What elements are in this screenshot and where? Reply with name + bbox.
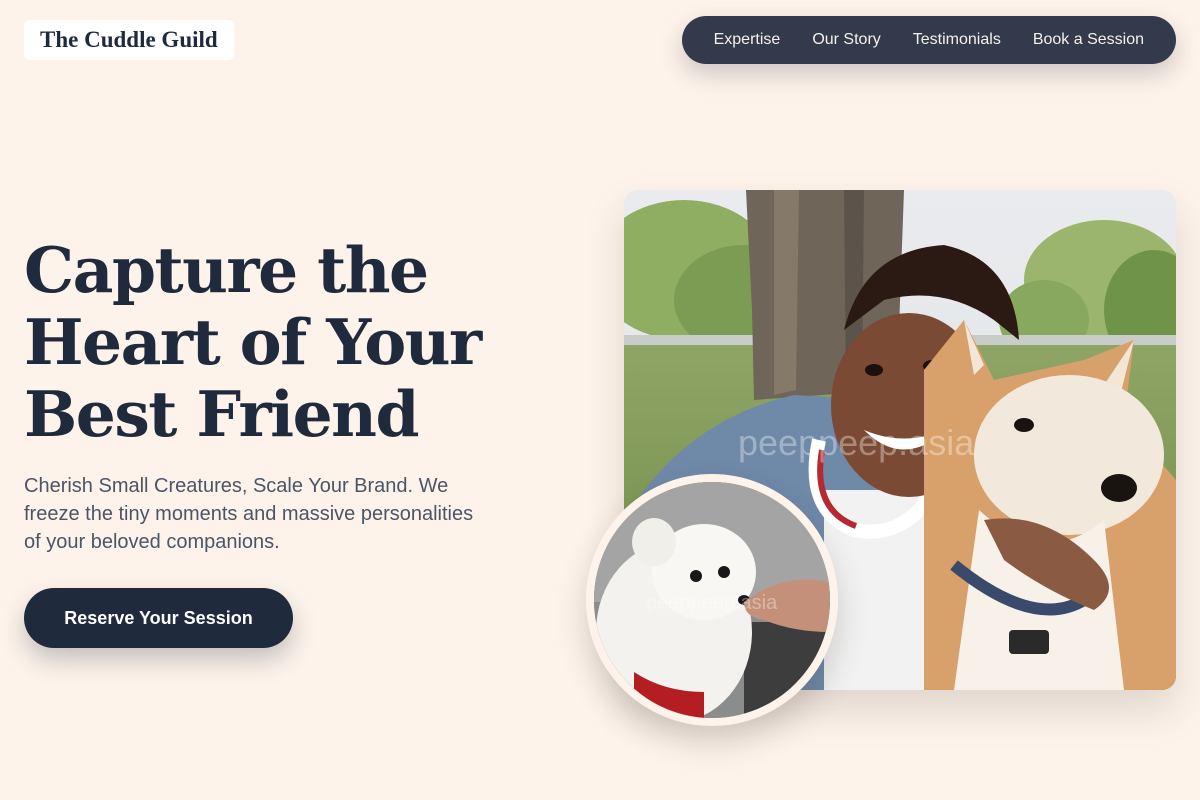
headline-line-2: Heart of Your [24, 305, 482, 379]
inset-photo-watermark: peeppeep.asia [646, 592, 778, 614]
headline-line-1: Capture the [24, 233, 429, 307]
main-nav: Expertise Our Story Testimonials Book a … [681, 16, 1176, 64]
main-photo-watermark: peeppeep.asia [738, 422, 975, 463]
hero-headline: Capture the Heart of Your Best Friend [24, 234, 524, 450]
headline-line-3: Best Friend [24, 377, 420, 451]
nav-link-expertise[interactable]: Expertise [698, 31, 797, 49]
nav-link-testimonials[interactable]: Testimonials [897, 31, 1017, 49]
nav-link-book-session[interactable]: Book a Session [1017, 31, 1160, 49]
reserve-session-button[interactable]: Reserve Your Session [24, 588, 293, 648]
nav-link-our-story[interactable]: Our Story [796, 31, 896, 49]
site-logo[interactable]: The Cuddle Guild [24, 20, 234, 60]
inset-photo-fluffy-dog: peeppeep.asia [586, 474, 838, 726]
hero-subtitle: Cherish Small Creatures, Scale Your Bran… [24, 475, 474, 553]
